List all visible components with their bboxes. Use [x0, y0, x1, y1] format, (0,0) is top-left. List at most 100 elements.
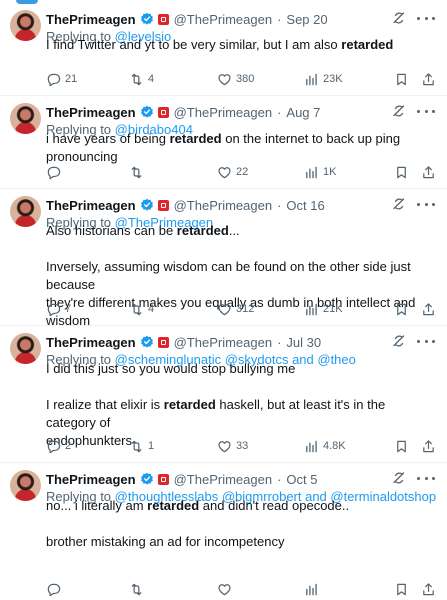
views-button[interactable]: 4.8K	[304, 437, 346, 455]
author-handle[interactable]: @ThePrimeagen	[174, 335, 272, 350]
bookmark-button[interactable]	[394, 163, 409, 181]
views-button[interactable]: 1K	[304, 163, 336, 181]
tweet[interactable]: ThePrimeagen @ThePrimeagen · Jul 30 Replying…	[0, 333, 447, 462]
comment-icon	[47, 303, 61, 316]
analytics-icon	[306, 166, 317, 178]
bold-text-segment: retarded	[341, 37, 394, 52]
author-handle[interactable]: @ThePrimeagen	[174, 472, 272, 487]
tweet-text-line	[46, 515, 436, 533]
author-handle[interactable]: @ThePrimeagen	[174, 12, 272, 27]
views-button[interactable]: 21K	[304, 300, 343, 318]
tweet[interactable]: ThePrimeagen @ThePrimeagen · Oct 16 Replying…	[0, 196, 447, 328]
author-name[interactable]: ThePrimeagen	[46, 105, 136, 120]
tweet-text-line: I realize that elixir is retarded haskel…	[46, 396, 436, 432]
share-button[interactable]	[421, 70, 436, 88]
share-button[interactable]	[421, 300, 436, 318]
like-button[interactable]: 380	[217, 70, 254, 88]
more-icon[interactable]	[417, 104, 435, 118]
grok-button[interactable]	[391, 470, 407, 486]
tweet-date[interactable]: Oct 16	[286, 198, 324, 213]
bookmark-button[interactable]	[394, 437, 409, 455]
affiliate-badge-icon	[157, 199, 169, 211]
views-button[interactable]: 23K	[304, 70, 343, 88]
verified-check-icon	[140, 105, 153, 118]
tweet-header: ThePrimeagen @ThePrimeagen · Oct 16	[46, 196, 325, 214]
retweet-icon	[131, 583, 142, 595]
tweet-text: I find Twitter and yt to be very similar…	[46, 36, 436, 54]
grok-button[interactable]	[391, 333, 407, 349]
bookmark-button[interactable]	[394, 70, 409, 88]
reply-button[interactable]: 7	[46, 300, 71, 318]
tweet[interactable]: ThePrimeagen @ThePrimeagen · Oct 5 Replying …	[0, 470, 447, 600]
like-button[interactable]: 22	[217, 163, 248, 181]
retweet-button[interactable]: 4	[129, 300, 154, 318]
views-count: 4.8K	[323, 440, 346, 452]
more-icon[interactable]	[417, 334, 435, 348]
avatar[interactable]	[10, 470, 41, 501]
tweet[interactable]: ThePrimeagen @ThePrimeagen · Sep 20 Replying…	[0, 10, 447, 95]
more-icon[interactable]	[417, 11, 435, 25]
views-button[interactable]	[304, 580, 323, 598]
tweet-date[interactable]: Oct 5	[286, 472, 317, 487]
reply-button[interactable]: 21	[46, 70, 77, 88]
like-button[interactable]	[217, 580, 236, 598]
grok-button[interactable]	[391, 196, 407, 212]
like-button[interactable]: 33	[217, 437, 248, 455]
avatar[interactable]	[10, 333, 41, 364]
share-button[interactable]	[421, 163, 436, 181]
reply-button[interactable]	[46, 580, 65, 598]
text-segment: I did this just so you would stop bullyi…	[46, 361, 296, 376]
grok-button[interactable]	[391, 103, 407, 119]
grok-button[interactable]	[391, 10, 407, 26]
bold-text-segment: retarded	[169, 131, 222, 146]
retweet-icon	[131, 73, 142, 85]
text-segment: i have years of being	[46, 131, 170, 146]
separator-dot: ·	[277, 334, 282, 350]
retweet-button[interactable]: 4	[129, 70, 154, 88]
avatar[interactable]	[10, 196, 41, 227]
more-icon[interactable]	[417, 471, 435, 485]
bookmark-icon	[397, 583, 406, 595]
views-count: 21K	[323, 303, 343, 315]
tweet-text-line: no... i literally am retarded and didn't…	[46, 497, 436, 515]
tweet-header: ThePrimeagen @ThePrimeagen · Oct 5	[46, 470, 317, 488]
text-segment: I find Twitter and yt to be very similar…	[46, 37, 342, 52]
views-count: 1K	[323, 166, 337, 178]
text-segment: Also historians can be	[46, 223, 177, 238]
likes-count: 380	[236, 73, 255, 85]
retweet-button[interactable]	[129, 580, 148, 598]
reply-button[interactable]	[46, 163, 65, 181]
author-handle[interactable]: @ThePrimeagen	[174, 198, 272, 213]
retweet-icon	[131, 303, 142, 315]
tweet-date[interactable]: Jul 30	[286, 335, 321, 350]
avatar[interactable]	[10, 103, 41, 134]
like-button[interactable]: 312	[217, 300, 254, 318]
retweet-button[interactable]: 1	[129, 437, 154, 455]
replies-count: 21	[65, 73, 78, 85]
author-name[interactable]: ThePrimeagen	[46, 335, 136, 350]
bookmark-icon	[397, 303, 406, 315]
more-icon[interactable]	[417, 197, 435, 211]
replies-count: 7	[65, 303, 72, 315]
share-button[interactable]	[421, 580, 436, 598]
avatar[interactable]	[10, 10, 41, 41]
bookmark-button[interactable]	[394, 580, 409, 598]
tweet-text-line: Also historians can be retarded...	[46, 222, 436, 240]
heart-icon	[218, 583, 231, 595]
analytics-icon	[306, 440, 317, 452]
author-name[interactable]: ThePrimeagen	[46, 472, 136, 487]
affiliate-badge-icon	[157, 13, 169, 25]
text-segment: brother mistaking an ad for incompetency	[46, 534, 285, 549]
author-handle[interactable]: @ThePrimeagen	[174, 105, 272, 120]
share-button[interactable]	[421, 437, 436, 455]
tweet[interactable]: ThePrimeagen @ThePrimeagen · Aug 7 Replying …	[0, 103, 447, 188]
reply-button[interactable]: 2	[46, 437, 71, 455]
author-name[interactable]: ThePrimeagen	[46, 12, 136, 27]
heart-icon	[218, 73, 231, 85]
retweet-button[interactable]	[129, 163, 148, 181]
tweet-date[interactable]: Aug 7	[286, 105, 320, 120]
author-name[interactable]: ThePrimeagen	[46, 198, 136, 213]
tweet-date[interactable]: Sep 20	[286, 12, 327, 27]
bookmark-button[interactable]	[394, 300, 409, 318]
bold-text-segment: retarded	[147, 498, 200, 513]
